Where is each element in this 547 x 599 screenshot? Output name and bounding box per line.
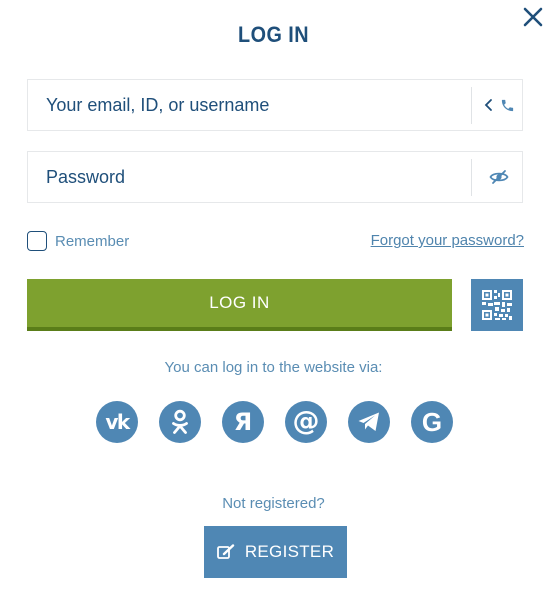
mail-ru-login-button[interactable]: @ (285, 401, 327, 443)
field-divider (471, 87, 472, 124)
yandex-icon: Я (233, 408, 253, 436)
forgot-password-link[interactable]: Forgot your password? (371, 232, 524, 249)
modal-title: LOG IN (238, 22, 309, 47)
telegram-login-button[interactable] (348, 401, 390, 443)
chevron-left-icon (484, 99, 492, 111)
odnoklassniki-icon (172, 409, 188, 434)
phone-icon (501, 99, 513, 111)
qr-code-icon (482, 290, 512, 320)
password-visibility-toggle[interactable] (476, 152, 522, 202)
telegram-icon (358, 412, 379, 431)
qr-login-button[interactable] (471, 279, 523, 331)
vk-icon: vk (105, 410, 130, 434)
login-button[interactable]: LOG IN (27, 279, 452, 331)
remember-checkbox[interactable] (27, 231, 47, 251)
eye-slash-icon (489, 170, 509, 184)
not-registered-caption: Not registered? (222, 495, 325, 512)
register-button[interactable]: REGISTER (204, 526, 347, 578)
social-login-caption: You can log in to the website via: (164, 359, 383, 376)
password-input[interactable] (28, 152, 468, 202)
close-icon (523, 7, 543, 27)
password-field (27, 151, 523, 203)
remember-me[interactable]: Remember (27, 229, 129, 253)
register-label: REGISTER (244, 542, 335, 561)
close-button[interactable] (520, 4, 546, 30)
edit-icon (216, 544, 235, 559)
login-mode-toggle[interactable] (476, 80, 522, 130)
vk-login-button[interactable]: vk (96, 401, 138, 443)
remember-label: Remember (55, 232, 130, 250)
field-divider (471, 159, 472, 196)
social-login-list: vk Я @ G (96, 401, 453, 443)
google-login-button[interactable]: G (411, 401, 453, 443)
yandex-login-button[interactable]: Я (222, 401, 264, 443)
google-icon: G (421, 407, 443, 437)
login-input[interactable] (28, 80, 468, 130)
login-field (27, 79, 523, 131)
mail-ru-icon: @ (292, 405, 320, 437)
odnoklassniki-login-button[interactable] (159, 401, 201, 443)
